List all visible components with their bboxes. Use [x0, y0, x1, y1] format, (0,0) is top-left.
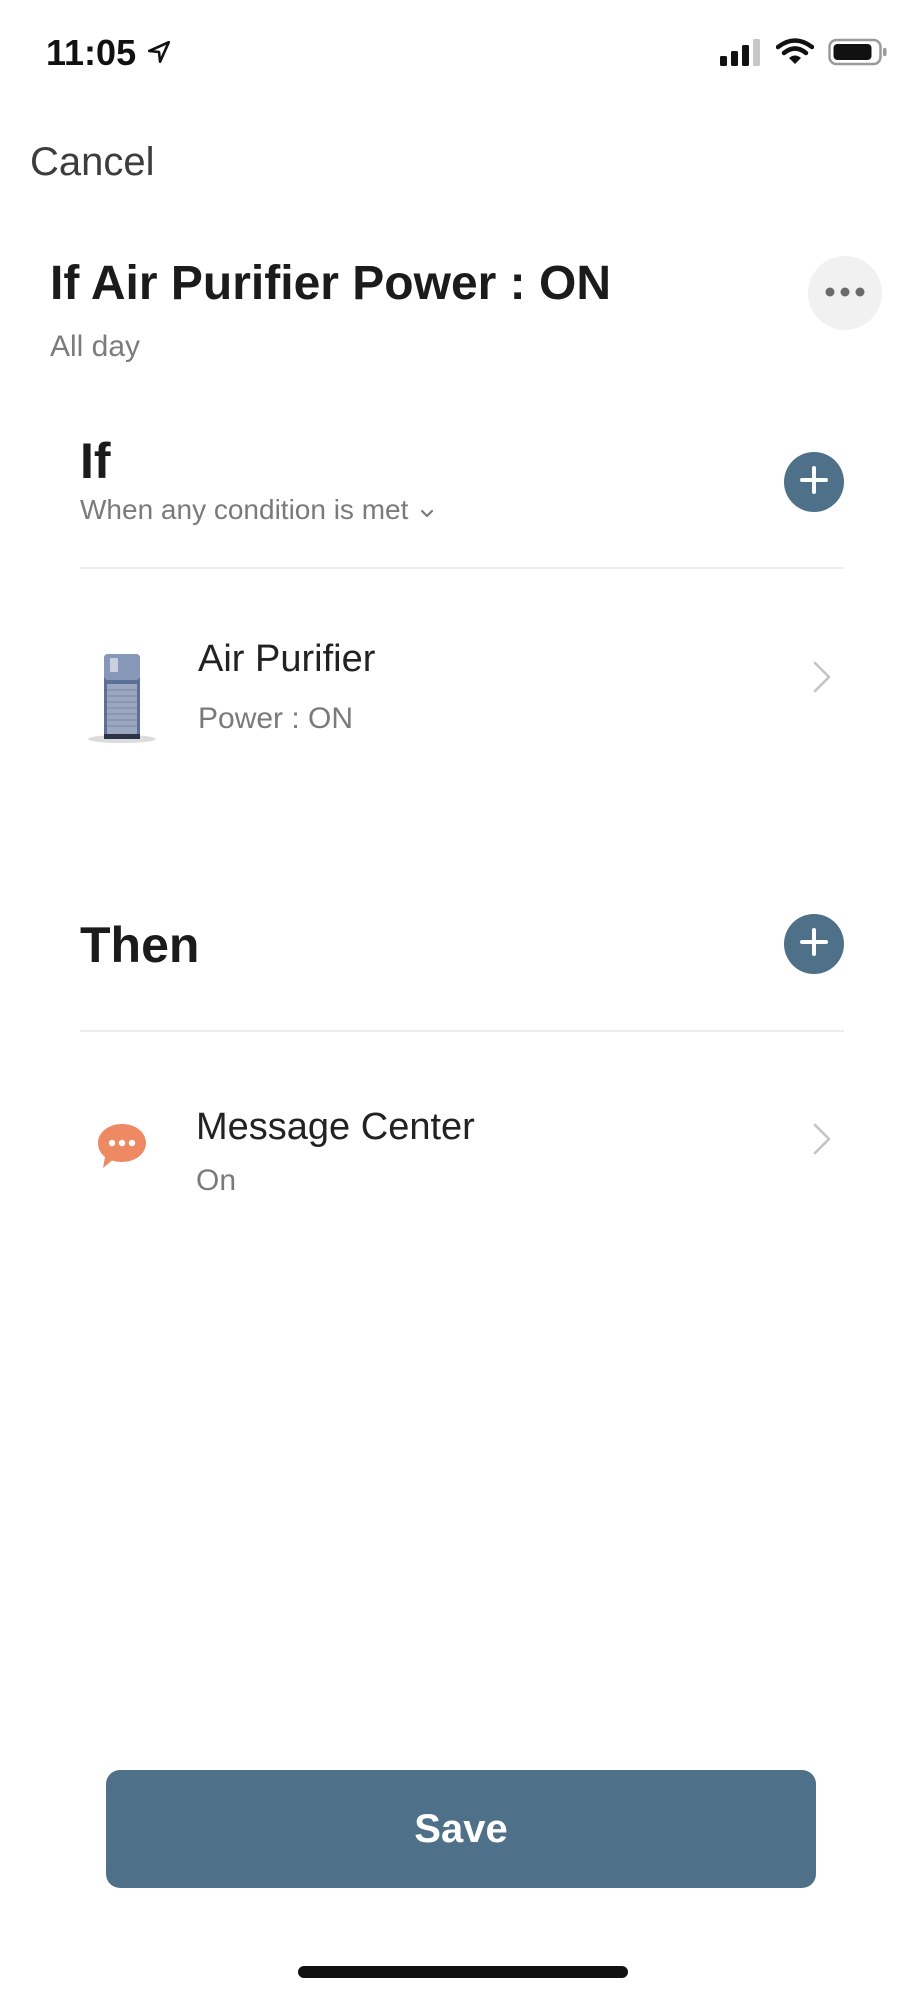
- cancel-button[interactable]: Cancel: [30, 140, 155, 185]
- status-time-text: 11:05: [46, 32, 137, 73]
- chevron-down-icon: [420, 494, 434, 526]
- message-bubble-icon: [96, 1122, 148, 1177]
- action-state: On: [196, 1164, 237, 1197]
- chevron-right-icon: [812, 660, 832, 699]
- status-time: 11:05: [46, 32, 172, 74]
- air-purifier-icon: [80, 648, 164, 749]
- action-name: Message Center: [196, 1106, 475, 1148]
- action-row-message-center[interactable]: Message Center On: [80, 1062, 844, 1212]
- page-title: If Air Purifier Power : ON: [50, 257, 611, 310]
- condition-row-air-purifier[interactable]: Air Purifier Power : ON: [80, 600, 844, 750]
- then-section-title: Then: [80, 917, 200, 973]
- divider: [80, 567, 844, 569]
- more-horizontal-icon: [825, 284, 865, 302]
- chevron-right-icon: [812, 1122, 832, 1161]
- if-section-title: If: [80, 433, 111, 489]
- add-condition-button[interactable]: [784, 452, 844, 512]
- plus-icon: [799, 465, 829, 500]
- save-button[interactable]: Save: [106, 1770, 816, 1888]
- battery-icon: [828, 38, 888, 71]
- schedule-label[interactable]: All day: [50, 330, 140, 364]
- status-icons: [720, 38, 888, 71]
- home-indicator[interactable]: [298, 1966, 628, 1978]
- condition-state: Power : ON: [198, 702, 354, 735]
- cellular-signal-icon: [720, 38, 762, 71]
- condition-mode-label: When any condition is met: [80, 494, 409, 525]
- add-action-button[interactable]: [784, 914, 844, 974]
- condition-mode-dropdown[interactable]: When any condition is met: [80, 494, 434, 526]
- divider: [80, 1030, 844, 1032]
- location-arrow-icon: [146, 32, 172, 74]
- more-options-button[interactable]: [808, 256, 882, 330]
- condition-device-name: Air Purifier: [198, 638, 376, 680]
- plus-icon: [799, 927, 829, 962]
- wifi-icon: [775, 38, 815, 71]
